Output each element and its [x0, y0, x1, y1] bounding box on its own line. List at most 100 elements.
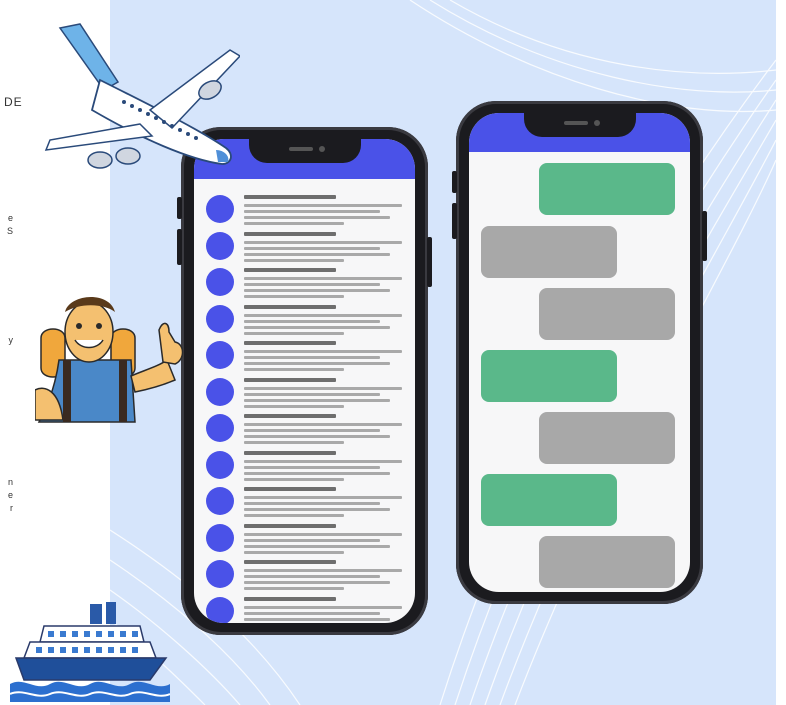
contact-text-placeholder: [244, 392, 380, 396]
edge-text-3b: e: [7, 490, 14, 500]
contact-text-placeholder: [244, 313, 402, 317]
contact-name-placeholder: [244, 596, 336, 601]
edge-text-3c: r: [10, 503, 14, 513]
chat-bubble-outgoing: [539, 163, 675, 215]
contact-text-placeholder: [244, 210, 380, 213]
contact-text-placeholder: [244, 477, 344, 481]
contact-list-item[interactable]: [194, 520, 415, 556]
contact-text-placeholder: [244, 429, 380, 432]
right-phone: [452, 101, 707, 604]
contact-text-placeholder: [244, 289, 390, 292]
right-phone-volume-down: [452, 203, 457, 239]
avatar-icon: [206, 195, 234, 223]
left-phone-volume-down: [177, 229, 182, 265]
contact-text-placeholder: [244, 459, 402, 463]
right-phone-notch: [524, 113, 636, 137]
contact-text-placeholder: [244, 368, 344, 371]
contact-text-placeholder: [244, 435, 390, 438]
contact-list-item[interactable]: [194, 301, 415, 337]
contact-text-placeholder: [244, 295, 344, 298]
left-phone-notch: [249, 139, 361, 163]
avatar-icon: [206, 341, 234, 369]
contact-text-placeholder: [244, 362, 390, 365]
contact-text-placeholder: [244, 471, 390, 475]
contact-name-placeholder: [244, 195, 336, 199]
contact-text-placeholder: [244, 569, 402, 572]
cruise-ship-icon: [10, 602, 170, 702]
edge-text-1a: e: [7, 213, 14, 223]
contact-name-placeholder: [244, 523, 336, 528]
contact-name-placeholder: [244, 304, 336, 309]
contact-text-placeholder: [244, 240, 402, 244]
contact-text-placeholder: [244, 277, 402, 280]
camera-icon: [319, 146, 325, 152]
contact-list-item[interactable]: [194, 191, 415, 227]
avatar-icon: [206, 596, 234, 623]
avatar-icon: [206, 560, 234, 588]
contact-list-item[interactable]: [194, 483, 415, 519]
contact-text-placeholder: [244, 441, 344, 444]
avatar-icon: [206, 414, 234, 442]
contact-text-placeholder: [244, 398, 390, 402]
contact-list-item[interactable]: [194, 447, 415, 483]
left-phone-power: [427, 237, 432, 287]
right-phone-screen: [469, 113, 690, 592]
contact-text-placeholder: [244, 204, 402, 207]
contact-text-placeholder: [244, 423, 402, 426]
contact-list-item[interactable]: [194, 410, 415, 446]
contact-text-placeholder: [244, 605, 402, 609]
speaker-icon: [564, 121, 588, 125]
contact-text-placeholder: [244, 514, 344, 517]
avatar-icon: [206, 377, 234, 406]
contact-name-placeholder: [244, 450, 336, 455]
contact-text-placeholder: [244, 325, 390, 329]
contact-text-placeholder: [244, 575, 380, 578]
contact-text-placeholder: [244, 587, 344, 590]
camera-icon: [594, 120, 600, 126]
contact-name-placeholder: [244, 231, 336, 236]
contact-name-placeholder: [244, 414, 336, 418]
chat-bubble-outgoing: [539, 412, 675, 464]
contact-name-placeholder: [244, 487, 336, 491]
chat-bubble-incoming: [481, 350, 617, 402]
contact-text-placeholder: [244, 550, 344, 554]
contact-list-item[interactable]: [194, 374, 415, 410]
backpacker-icon: [35, 296, 184, 423]
right-phone-volume-up: [452, 171, 457, 193]
contact-list-item[interactable]: [194, 228, 415, 264]
contact-name-placeholder: [244, 377, 336, 382]
chat-bubble-incoming: [481, 474, 617, 526]
contact-text-placeholder: [244, 532, 402, 536]
avatar-icon: [206, 487, 234, 515]
edge-text-3a: n: [7, 477, 14, 487]
edge-text-1b: S: [6, 226, 14, 236]
contact-text-placeholder: [244, 252, 390, 256]
left-phone: [177, 127, 432, 635]
contact-text-placeholder: [244, 465, 380, 469]
chat-bubble-incoming: [481, 226, 617, 278]
contact-name-placeholder: [244, 268, 336, 272]
contact-text-placeholder: [244, 538, 380, 542]
speaker-icon: [289, 147, 313, 151]
airplane-icon: [44, 23, 240, 169]
contact-name-placeholder: [244, 560, 336, 564]
contact-text-placeholder: [244, 222, 344, 225]
avatar-icon: [206, 268, 234, 296]
chat-bubble-outgoing: [539, 288, 675, 340]
contact-text-placeholder: [244, 404, 344, 408]
contact-text-placeholder: [244, 617, 390, 621]
left-phone-volume-up: [177, 197, 182, 219]
left-phone-screen: [194, 139, 415, 623]
contact-text-placeholder: [244, 258, 344, 262]
avatar-icon: [206, 231, 234, 260]
contact-text-placeholder: [244, 246, 380, 250]
contact-name-placeholder: [244, 341, 336, 345]
contact-list-item[interactable]: [194, 337, 415, 373]
contact-text-placeholder: [244, 331, 344, 335]
contact-list-item[interactable]: [194, 264, 415, 300]
avatar-icon: [206, 304, 234, 333]
contact-text-placeholder: [244, 319, 380, 323]
contact-list-item[interactable]: [194, 556, 415, 592]
contact-list-item[interactable]: [194, 593, 415, 623]
contact-text-placeholder: [244, 386, 402, 390]
